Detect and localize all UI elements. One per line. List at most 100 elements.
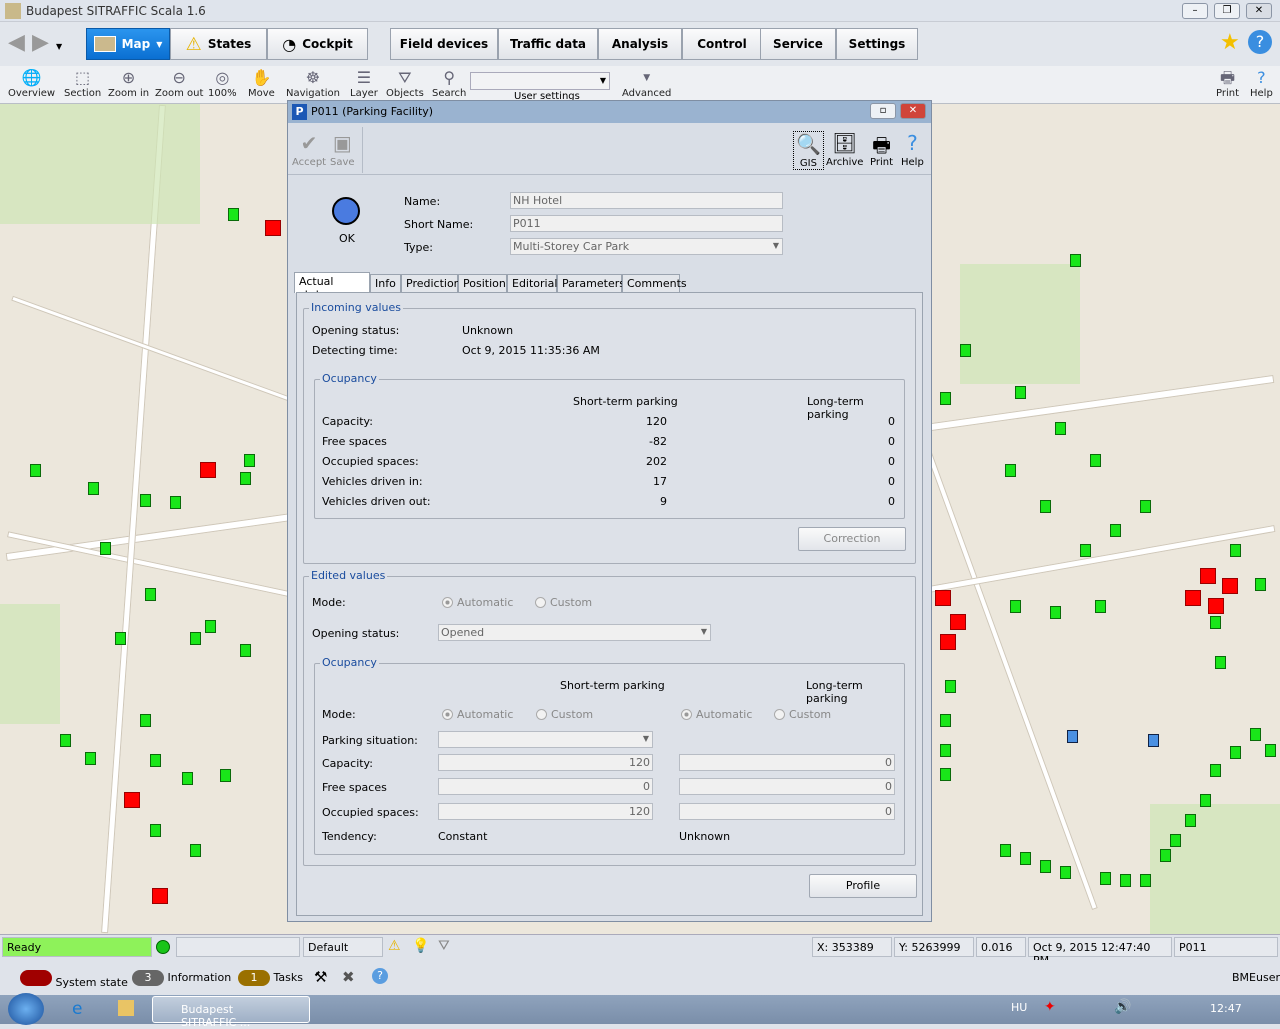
parking-marker[interactable]	[150, 754, 161, 767]
parking-marker[interactable]	[1160, 849, 1171, 862]
mute-icon[interactable]: ✖	[342, 968, 355, 986]
parking-marker-info[interactable]	[1148, 734, 1159, 747]
information-button[interactable]: 3 Information	[132, 970, 231, 986]
internet-explorer-icon[interactable]: e	[72, 999, 82, 1019]
nav-module-field-devices[interactable]: Field devices	[390, 28, 498, 60]
parking-marker-alarm[interactable]	[940, 634, 956, 650]
parking-marker[interactable]	[182, 772, 193, 785]
nav-states[interactable]: ⚠ States	[170, 28, 267, 60]
parking-marker[interactable]	[88, 482, 99, 495]
parking-marker[interactable]	[1210, 616, 1221, 629]
archive-button[interactable]: 🗄 Archive	[826, 131, 863, 168]
parking-marker[interactable]	[1140, 500, 1151, 513]
parking-marker[interactable]	[1010, 600, 1021, 613]
taskbar-app-button[interactable]: Budapest SITRAFFIC ...	[152, 996, 310, 1029]
tool-section[interactable]: ⬚ Section	[64, 68, 101, 99]
help-icon[interactable]: ?	[1248, 30, 1272, 54]
parking-marker[interactable]	[205, 620, 216, 633]
parking-marker[interactable]	[170, 496, 181, 509]
long-free-field[interactable]: 0	[679, 778, 895, 795]
parking-marker[interactable]	[940, 714, 951, 727]
parking-marker[interactable]	[940, 392, 951, 405]
help-icon[interactable]: ?	[372, 968, 388, 984]
parking-marker[interactable]	[1095, 600, 1106, 613]
parking-marker[interactable]	[1005, 464, 1016, 477]
nav-map[interactable]: Map ▼	[86, 28, 170, 60]
nav-module-traffic-data[interactable]: Traffic data	[498, 28, 598, 60]
tray-pin-icon[interactable]: ✦	[1044, 999, 1056, 1015]
short-custom-radio[interactable]: Custom	[536, 708, 593, 721]
nav-module-analysis[interactable]: Analysis	[598, 28, 682, 60]
parking-marker[interactable]	[1070, 254, 1081, 267]
parking-marker[interactable]	[960, 344, 971, 357]
gis-button[interactable]: 🔍 GIS	[793, 131, 824, 170]
parking-marker[interactable]	[940, 768, 951, 781]
parking-marker[interactable]	[1015, 386, 1026, 399]
parking-marker[interactable]	[244, 454, 255, 467]
language-indicator[interactable]: HU	[1011, 1001, 1027, 1014]
mode-custom-radio[interactable]: Custom	[535, 596, 592, 609]
parking-marker[interactable]	[1215, 656, 1226, 669]
parking-marker[interactable]	[1255, 578, 1266, 591]
tool-zoom-in[interactable]: ⊕ Zoom in	[108, 68, 149, 99]
parking-marker[interactable]	[140, 494, 151, 507]
parking-situation-select[interactable]: ▼	[438, 731, 653, 748]
long-capacity-field[interactable]: 0	[679, 754, 895, 771]
dialog-help-button[interactable]: ? Help	[901, 131, 924, 168]
parking-marker-alarm[interactable]	[1185, 590, 1201, 606]
parking-marker[interactable]	[1210, 764, 1221, 777]
tool-overview[interactable]: 🌐 Overview	[8, 68, 55, 99]
parking-marker[interactable]	[1200, 794, 1211, 807]
history-dropdown-icon[interactable]: ▼	[56, 42, 62, 51]
parking-marker[interactable]	[1055, 422, 1066, 435]
dialog-restore-button[interactable]: ▫	[870, 103, 896, 119]
tools-icon[interactable]: ⚒	[314, 968, 327, 986]
tool-layer[interactable]: ☰ Layer	[350, 68, 378, 99]
parking-marker[interactable]	[1090, 454, 1101, 467]
tool-zoom-out[interactable]: ⊖ Zoom out	[155, 68, 203, 99]
parking-marker[interactable]	[190, 844, 201, 857]
parking-marker[interactable]	[1230, 544, 1241, 557]
name-field[interactable]: NH Hotel	[510, 192, 783, 209]
parking-marker-alarm[interactable]	[200, 462, 216, 478]
tab-actual-status[interactable]: Actual status	[294, 272, 370, 301]
parking-marker-alarm[interactable]	[152, 888, 168, 904]
parking-marker[interactable]	[1040, 500, 1051, 513]
parking-marker[interactable]	[60, 734, 71, 747]
close-button[interactable]: ✕	[1246, 3, 1272, 19]
short-capacity-field[interactable]: 120	[438, 754, 653, 771]
parking-marker-alarm[interactable]	[935, 590, 951, 606]
nav-module-service[interactable]: Service	[760, 28, 836, 60]
parking-marker[interactable]	[1185, 814, 1196, 827]
tool-navigation[interactable]: ☸ Navigation	[286, 68, 340, 99]
advanced-button[interactable]: ▼ Advanced	[622, 68, 671, 99]
help-button[interactable]: ? Help	[1250, 68, 1273, 99]
profile-button[interactable]: Profile	[809, 874, 917, 898]
parking-marker[interactable]	[220, 769, 231, 782]
mode-automatic-radio[interactable]: Automatic	[442, 596, 513, 609]
tab-parameters[interactable]: Parameters	[557, 274, 625, 293]
tab-editorial[interactable]: Editorial	[507, 274, 557, 293]
long-automatic-radio[interactable]: Automatic	[681, 708, 752, 721]
parking-marker[interactable]	[1265, 744, 1276, 757]
dialog-close-button[interactable]: ✕	[900, 103, 926, 119]
accept-button[interactable]: ✔ Accept	[292, 131, 326, 168]
parking-marker[interactable]	[1250, 728, 1261, 741]
forward-icon[interactable]: ▶	[32, 30, 49, 55]
explorer-folder-icon[interactable]	[118, 1000, 134, 1016]
nav-cockpit[interactable]: ◔ Cockpit	[267, 28, 368, 60]
parking-marker-alarm[interactable]	[950, 614, 966, 630]
dialog-print-button[interactable]: 🖶 Print	[870, 131, 893, 168]
nav-module-settings[interactable]: Settings	[836, 28, 918, 60]
parking-marker[interactable]	[1050, 606, 1061, 619]
parking-marker-alarm[interactable]	[265, 220, 281, 236]
parking-marker[interactable]	[100, 542, 111, 555]
correction-button[interactable]: Correction	[798, 527, 906, 551]
parking-marker[interactable]	[228, 208, 239, 221]
parking-marker[interactable]	[240, 472, 251, 485]
parking-marker[interactable]	[1170, 834, 1181, 847]
tool-search[interactable]: ⚲ Search	[432, 68, 466, 99]
parking-marker[interactable]	[30, 464, 41, 477]
opening-status-select[interactable]: Opened ▼	[438, 624, 711, 641]
print-button[interactable]: 🖶 Print	[1216, 68, 1239, 99]
